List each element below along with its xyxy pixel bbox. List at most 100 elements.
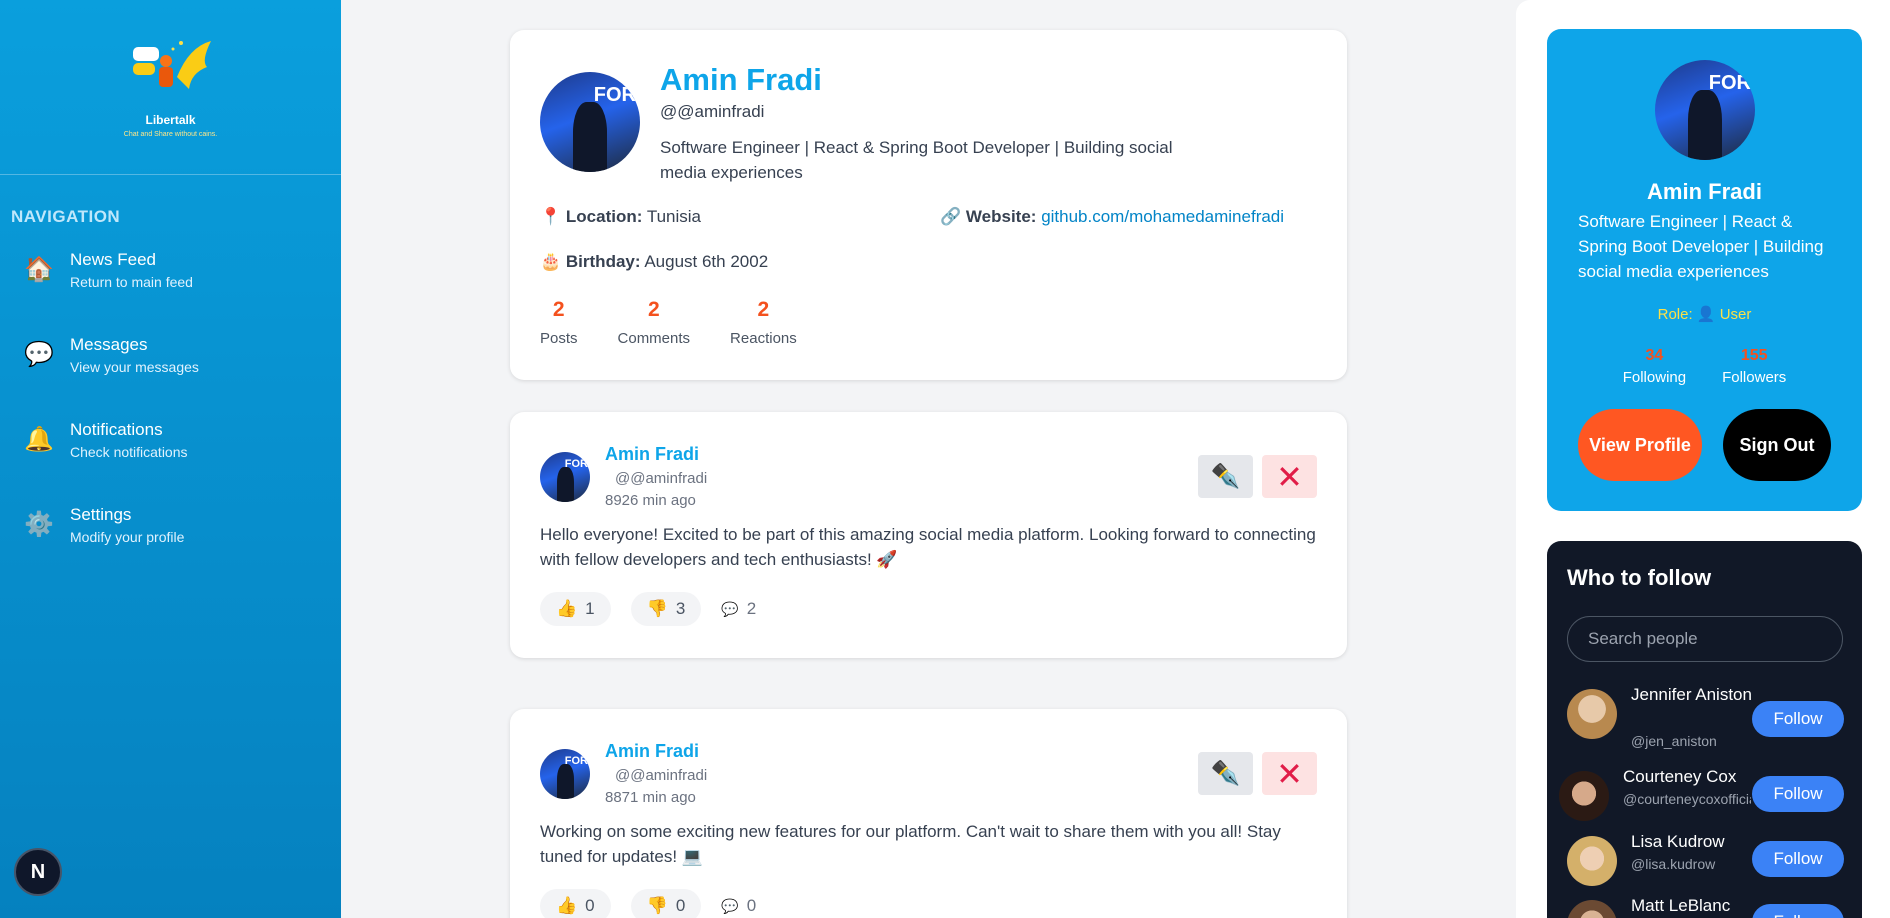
stat-comments: 2 Comments	[618, 298, 691, 347]
edit-post-button[interactable]: ✒️	[1198, 455, 1253, 498]
post-reactions: 👍 0 👎 0 💬 0	[540, 889, 756, 918]
nav-item-label: Notifications	[70, 419, 163, 439]
user-icon: 👤	[1696, 306, 1716, 323]
comment-count: 2	[746, 599, 757, 618]
current-user-stats: 34 Following 155 Followers	[1547, 347, 1862, 386]
thumbs-down-icon: 👎	[646, 599, 668, 618]
nav-item-subtitle: Return to main feed	[70, 273, 193, 290]
post-author-handle: @@aminfradi	[615, 470, 708, 487]
role-label: Role:	[1657, 306, 1693, 323]
followers-label: Followers	[1722, 369, 1787, 386]
comment-icon: 💬	[721, 600, 739, 617]
comments-button[interactable]: 💬 0	[721, 896, 756, 916]
navigation-title: NAVIGATION	[11, 207, 121, 226]
following-count: 34	[1645, 347, 1664, 364]
follow-button[interactable]: Follow	[1752, 776, 1844, 812]
stat-label: Posts	[540, 330, 578, 347]
current-user-name: Amin Fradi	[1647, 179, 1762, 204]
stat-value: 2	[552, 298, 565, 321]
post-author-avatar[interactable]	[540, 749, 590, 799]
view-profile-button[interactable]: View Profile	[1578, 409, 1702, 481]
nav-item-messages[interactable]: 💬 Messages View your messages	[0, 312, 341, 397]
role-value: User	[1719, 306, 1752, 323]
nav-item-settings[interactable]: ⚙️ Settings Modify your profile	[0, 482, 341, 567]
edit-post-button[interactable]: ✒️	[1198, 752, 1253, 795]
delete-post-button[interactable]: ✕	[1262, 455, 1317, 498]
follow-button[interactable]: Follow	[1752, 841, 1844, 877]
thumbs-down-icon: 👎	[646, 896, 668, 915]
suggestion-name[interactable]: Lisa Kudrow	[1631, 830, 1725, 854]
who-to-follow-panel: Who to follow Jennifer Aniston @jen_anis…	[1547, 541, 1862, 918]
suggestion-row: Matt LeBlanc Follow	[1567, 894, 1857, 918]
right-sidebar: Amin Fradi Software Engineer | React & S…	[1516, 0, 1890, 918]
like-button[interactable]: 👍 0	[540, 889, 611, 918]
speech-bubble-icon: 💬	[24, 341, 54, 368]
followers-stat[interactable]: 155 Followers	[1722, 347, 1786, 386]
stat-label: Reactions	[730, 330, 797, 347]
like-count: 0	[585, 896, 595, 915]
link-icon: 🔗	[940, 207, 962, 226]
follow-button[interactable]: Follow	[1752, 904, 1844, 918]
who-to-follow-title: Who to follow	[1567, 565, 1712, 590]
profile-location: 📍 Location: Tunisia	[540, 207, 701, 227]
following-label: Following	[1622, 369, 1687, 386]
pin-icon: 📍	[540, 207, 562, 226]
suggestion-avatar[interactable]	[1567, 689, 1617, 739]
stat-reactions: 2 Reactions	[730, 298, 797, 347]
nav-item-news-feed[interactable]: 🏠 News Feed Return to main feed	[0, 227, 341, 312]
nav-item-subtitle: Check notifications	[70, 443, 188, 460]
location-label: Location:	[565, 207, 643, 226]
comment-icon: 💬	[721, 897, 739, 914]
suggestion-avatar[interactable]	[1567, 900, 1617, 918]
comments-button[interactable]: 💬 2	[721, 599, 756, 619]
pen-icon: ✒️	[1210, 463, 1241, 490]
post-content: Hello everyone! Excited to be part of th…	[540, 525, 1316, 569]
current-user-card: Amin Fradi Software Engineer | React & S…	[1547, 29, 1862, 511]
suggestion-row: Jennifer Aniston @jen_aniston Follow	[1567, 683, 1857, 749]
suggestion-avatar[interactable]	[1559, 771, 1609, 821]
post-author-avatar[interactable]	[540, 452, 590, 502]
current-user-role: Role: 👤 User	[1547, 305, 1862, 323]
post-timestamp: 8926 min ago	[605, 492, 696, 509]
brand-name: Libertalk	[145, 112, 196, 127]
delete-post-button[interactable]: ✕	[1262, 752, 1317, 795]
website-label: Website:	[965, 207, 1037, 226]
nav-item-label: News Feed	[70, 249, 156, 269]
birthday-label: Birthday:	[565, 252, 641, 271]
sidebar: Libertalk Chat and Share without cains. …	[0, 0, 341, 918]
brand-tagline: Chat and Share without cains.	[123, 130, 218, 138]
close-icon: ✕	[1276, 755, 1303, 792]
profile-handle: @@aminfradi	[660, 102, 765, 121]
post-timestamp: 8871 min ago	[605, 789, 696, 806]
house-icon: 🏠	[24, 256, 54, 283]
dislike-button[interactable]: 👎 3	[630, 592, 702, 626]
current-user-bio: Software Engineer | React & Spring Boot …	[1578, 212, 1824, 281]
nav-item-notifications[interactable]: 🔔 Notifications Check notifications	[0, 397, 341, 482]
website-link[interactable]: github.com/mohamedaminefradi	[1041, 207, 1284, 226]
follow-button[interactable]: Follow	[1752, 701, 1844, 737]
dislike-button[interactable]: 👎 0	[630, 889, 702, 918]
nav-item-subtitle: View your messages	[70, 358, 199, 375]
suggestion-name[interactable]: Courteney Cox	[1623, 765, 1736, 789]
suggestion-name[interactable]: Matt LeBlanc	[1631, 894, 1730, 918]
bell-icon: 🔔	[24, 426, 54, 453]
post-author-name[interactable]: Amin Fradi	[605, 444, 699, 465]
suggestion-handle: @courteneycoxofficial	[1623, 791, 1751, 807]
following-stat[interactable]: 34 Following	[1623, 347, 1686, 386]
gear-icon: ⚙️	[24, 511, 54, 538]
nav-item-label: Settings	[70, 504, 132, 524]
dev-tools-badge[interactable]: N	[14, 848, 62, 896]
current-user-avatar[interactable]	[1655, 60, 1755, 160]
libertalk-logo[interactable]	[129, 37, 213, 109]
followers-count: 155	[1740, 347, 1768, 364]
post-author-name[interactable]: Amin Fradi	[605, 741, 699, 762]
dislike-count: 3	[675, 599, 686, 618]
brand: Libertalk Chat and Share without cains.	[0, 0, 341, 175]
suggestion-avatar[interactable]	[1567, 836, 1617, 886]
like-button[interactable]: 👍 1	[540, 592, 611, 626]
suggestion-handle: @jen_aniston	[1631, 733, 1717, 749]
profile-avatar[interactable]	[540, 72, 640, 172]
sign-out-button[interactable]: Sign Out	[1723, 409, 1831, 481]
suggestion-name[interactable]: Jennifer Aniston	[1631, 683, 1752, 707]
search-people-input[interactable]	[1567, 616, 1843, 662]
